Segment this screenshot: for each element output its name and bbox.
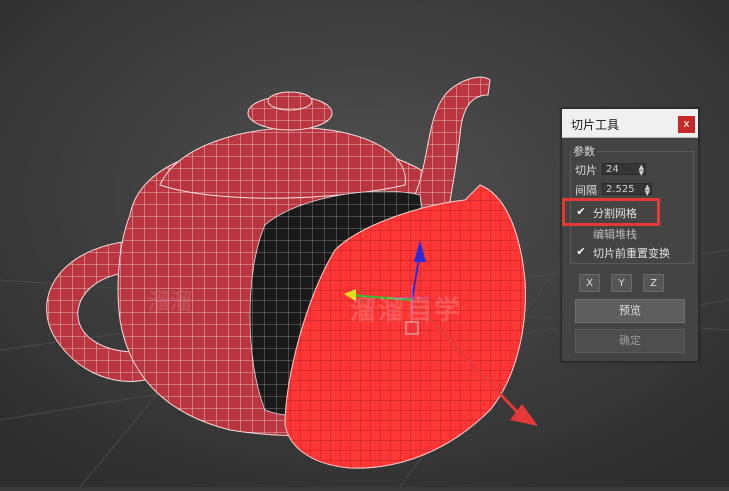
dialog-title: 切片工具 (571, 118, 620, 132)
hidden-option-label: 编辑堆栈 (593, 228, 637, 241)
slices-label: 切片 (575, 164, 597, 177)
slices-spinner[interactable]: 24 ▲ ▼ (602, 163, 646, 177)
preview-button[interactable]: 预览 (575, 299, 685, 323)
axis-x-button[interactable]: X (579, 274, 600, 292)
reset-transform-checkbox[interactable]: ✔ (575, 246, 587, 258)
hidden-option-checkbox[interactable] (575, 227, 587, 239)
axis-y-button[interactable]: Y (611, 274, 632, 292)
slices-value: 24 (606, 164, 619, 175)
params-group-label: 参数 (571, 143, 597, 159)
close-icon[interactable]: x (678, 116, 695, 133)
split-mesh-label: 分割网格 (593, 207, 637, 220)
confirm-button[interactable]: 确定 (575, 329, 685, 353)
spinner-arrows-icon[interactable]: ▲ ▼ (645, 184, 650, 197)
spacing-value: 2.525 (606, 184, 635, 195)
watermark-text: 溜溜自学 (350, 296, 463, 326)
spacing-label: 间隔 (575, 184, 597, 197)
reset-transform-label: 切片前重置变换 (593, 247, 670, 260)
axis-z-button[interactable]: Z (643, 274, 664, 292)
split-mesh-checkbox[interactable]: ✔ (575, 206, 587, 218)
watermark-left: 溜溜 (148, 290, 193, 315)
dialog-titlebar[interactable]: 切片工具 x (562, 109, 698, 138)
spacing-spinner[interactable]: 2.525 ▲ ▼ (602, 183, 652, 197)
spinner-arrows-icon[interactable]: ▲ ▼ (639, 164, 644, 177)
slice-tool-dialog: 切片工具 x 参数 切片 24 ▲ ▼ 间隔 2.525 ▲ ▼ ✔ 分割网格 编辑… (561, 108, 699, 362)
